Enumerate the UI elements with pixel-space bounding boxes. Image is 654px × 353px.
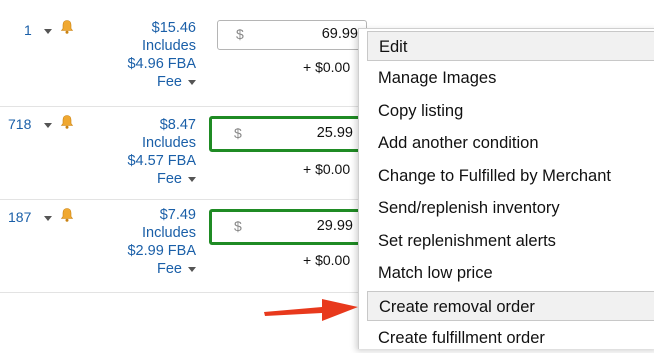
includes-label: Includes [141, 225, 196, 241]
currency-symbol: $ [234, 218, 242, 234]
fba-fee: $2.99 FBA [127, 243, 196, 259]
currency-symbol: $ [234, 125, 242, 141]
fee-cell: $15.46 Includes $4.96 FBA Fee [106, 19, 196, 91]
fba-fee: $4.96 FBA [127, 56, 196, 72]
fee-dropdown[interactable]: Fee [106, 73, 196, 91]
price-value[interactable]: 69.99 [322, 26, 358, 42]
fee-dropdown[interactable]: Fee [106, 170, 196, 188]
includes-label: Includes [141, 135, 196, 151]
fee-dropdown[interactable]: Fee [106, 260, 196, 278]
item-price: $7.49 [159, 207, 196, 223]
red-arrow-icon [264, 299, 358, 321]
bell-icon[interactable] [59, 207, 75, 223]
actions-dropdown-menu: Edit Manage Images Copy listing Add anot… [358, 28, 654, 349]
price-input[interactable]: $ 25.99 [209, 116, 369, 152]
price-value[interactable]: 29.99 [317, 218, 353, 234]
sales-rank[interactable]: 1 [24, 22, 32, 38]
fee-label: Fee [157, 74, 182, 90]
currency-symbol: $ [236, 26, 244, 42]
menu-item-add-another-condition[interactable]: Add another condition [367, 128, 654, 158]
shipping-price: + $0.00 [303, 252, 351, 268]
price-input[interactable]: $ 29.99 [209, 209, 369, 245]
fee-cell: $7.49 Includes $2.99 FBA Fee [106, 206, 196, 278]
fee-label: Fee [157, 171, 182, 187]
chevron-down-icon[interactable] [44, 216, 52, 221]
item-price: $8.47 [159, 117, 196, 133]
menu-item-change-to-fbm[interactable]: Change to Fulfilled by Merchant [367, 161, 654, 191]
chevron-down-icon [188, 176, 196, 182]
fee-label: Fee [157, 261, 182, 277]
item-price: $15.46 [151, 20, 196, 36]
menu-item-copy-listing[interactable]: Copy listing [367, 96, 654, 126]
chevron-down-icon [188, 79, 196, 85]
fee-cell: $8.47 Includes $4.57 FBA Fee [106, 116, 196, 188]
menu-item-manage-images[interactable]: Manage Images [367, 63, 654, 93]
menu-item-send-replenish-inventory[interactable]: Send/replenish inventory [367, 193, 654, 223]
price-value[interactable]: 25.99 [317, 125, 353, 141]
price-input[interactable]: $ 69.99 [217, 20, 367, 50]
shipping-price: + $0.00 [303, 161, 351, 177]
fba-fee: $4.57 FBA [127, 153, 196, 169]
menu-item-edit[interactable]: Edit [367, 31, 654, 61]
sales-rank[interactable]: 718 [8, 116, 31, 132]
menu-item-match-low-price[interactable]: Match low price [367, 258, 654, 288]
bell-icon[interactable] [59, 114, 75, 130]
chevron-down-icon[interactable] [44, 123, 52, 128]
shipping-price: + $0.00 [303, 59, 351, 75]
chevron-down-icon [188, 266, 196, 272]
menu-item-create-removal-order[interactable]: Create removal order [367, 291, 654, 321]
menu-item-set-replenishment-alerts[interactable]: Set replenishment alerts [367, 226, 654, 256]
menu-item-create-fulfillment-order[interactable]: Create fulfillment order [367, 323, 654, 353]
bell-icon[interactable] [59, 19, 75, 35]
sales-rank[interactable]: 187 [8, 209, 31, 225]
includes-label: Includes [141, 38, 196, 54]
chevron-down-icon[interactable] [44, 29, 52, 34]
